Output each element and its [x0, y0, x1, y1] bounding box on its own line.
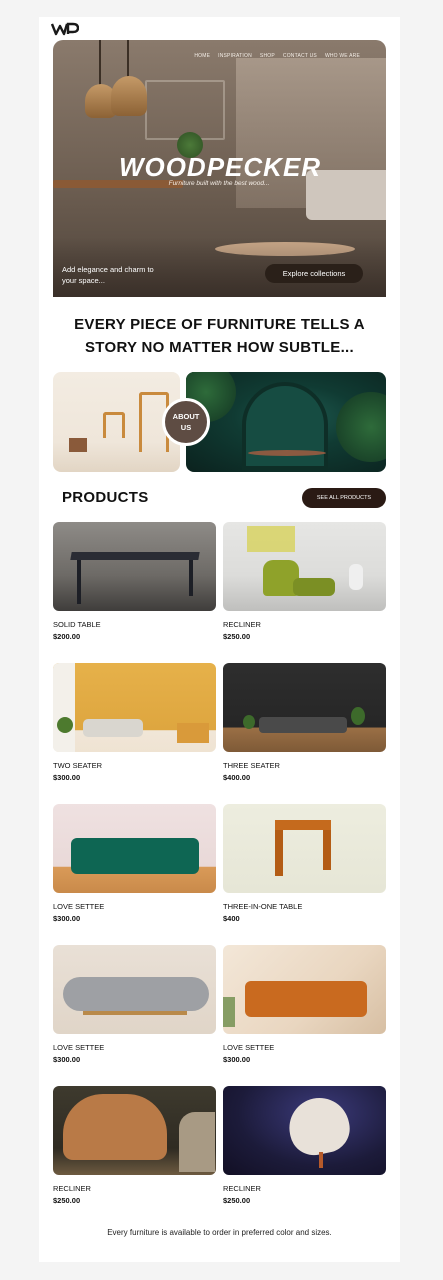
product-price: $250.00: [223, 632, 251, 641]
product-card[interactable]: TWO SEATER $300.00: [53, 663, 216, 782]
sofa: [259, 717, 347, 733]
table-leg: [77, 560, 81, 604]
product-name[interactable]: SOLID TABLE: [53, 620, 101, 629]
hero-banner: HOME INSPIRATION SHOP CONTACT US WHO WE …: [53, 40, 386, 297]
product-name[interactable]: RECLINER: [223, 620, 261, 629]
product-image-love-settee-orange[interactable]: [223, 945, 386, 1034]
nav-item-shop[interactable]: SHOP: [260, 53, 275, 59]
lounge-chair: [63, 1094, 167, 1160]
product-image-love-settee[interactable]: [53, 804, 216, 893]
plant-icon: [243, 715, 255, 729]
product-card[interactable]: LOVE SETTEE $300.00: [53, 804, 216, 923]
plant-icon: [351, 707, 365, 725]
product-image-recliner-tan[interactable]: [53, 1086, 216, 1175]
about-us-button[interactable]: ABOUT US: [162, 398, 210, 446]
page-headline: EVERY PIECE OF FURNITURE TELLS A STORY N…: [74, 316, 365, 356]
sofa: [63, 977, 209, 1011]
product-card[interactable]: THREE-IN-ONE TABLE $400: [223, 804, 386, 923]
product-card[interactable]: RECLINER $250.00: [53, 1086, 216, 1205]
sofa: [245, 981, 367, 1017]
nav-item-inspiration[interactable]: INSPIRATION: [218, 53, 252, 59]
sofa-base: [83, 1011, 187, 1015]
product-card[interactable]: RECLINER $250.00: [223, 1086, 386, 1205]
vase-icon: [349, 564, 363, 590]
pendant-cord: [99, 40, 101, 88]
arch: [242, 382, 328, 470]
woodpecker-logo[interactable]: [51, 21, 79, 37]
about-us-label-2: US: [180, 423, 192, 432]
product-image-two-seater[interactable]: [53, 663, 216, 752]
product-price: $400: [223, 914, 240, 923]
wall-art: [247, 526, 295, 552]
product-image-solid-table[interactable]: [53, 522, 216, 611]
ottoman: [293, 578, 335, 596]
product-card[interactable]: THREE SEATER $400.00: [223, 663, 386, 782]
product-price: $300.00: [53, 1055, 81, 1064]
nav-item-who-we-are[interactable]: WHO WE ARE: [325, 53, 360, 59]
product-price: $200.00: [53, 632, 81, 641]
hero-tagline: Add elegance and charm to your space...: [62, 265, 154, 285]
foliage: [336, 392, 386, 462]
product-price: $300.00: [53, 914, 81, 923]
sofa: [83, 719, 143, 737]
about-image-chairs: [53, 372, 180, 472]
product-price: $400.00: [223, 773, 251, 782]
nesting-table-top: [275, 820, 331, 830]
product-image-recliner-white[interactable]: [223, 1086, 386, 1175]
product-card[interactable]: SOLID TABLE $200.00: [53, 522, 216, 641]
nav-item-contact-us[interactable]: CONTACT US: [283, 53, 317, 59]
wooden-chair-icon: [103, 412, 125, 438]
see-all-products-button[interactable]: SEE ALL PRODUCTS: [302, 488, 386, 508]
nesting-table-leg: [323, 830, 331, 870]
chair-partial: [179, 1112, 215, 1172]
sofa: [71, 838, 199, 874]
footer-note: Every furniture is available to order in…: [107, 1228, 332, 1237]
pedestal-table: [248, 450, 326, 456]
side-cabinet: [177, 723, 209, 743]
chair-leg: [319, 1152, 323, 1168]
product-name[interactable]: RECLINER: [53, 1184, 91, 1193]
product-image-three-in-one-table[interactable]: [223, 804, 386, 893]
plant-icon: [223, 997, 235, 1027]
explore-collections-button[interactable]: Explore collections: [265, 264, 363, 283]
product-card[interactable]: RECLINER $250.00: [223, 522, 386, 641]
product-name[interactable]: TWO SEATER: [53, 761, 102, 770]
nav-item-home[interactable]: HOME: [194, 53, 210, 59]
hero-title: WOODPECKER: [118, 152, 322, 182]
table-leg: [189, 560, 193, 596]
product-price: $300.00: [53, 773, 81, 782]
wall-panel: [53, 663, 75, 752]
top-nav: HOME INSPIRATION SHOP CONTACT US WHO WE …: [194, 53, 360, 59]
hero-subtitle: Furniture built with the best wood...: [168, 180, 270, 187]
page: HOME INSPIRATION SHOP CONTACT US WHO WE …: [39, 17, 400, 1262]
product-image-three-seater[interactable]: [223, 663, 386, 752]
product-name[interactable]: THREE SEATER: [223, 761, 280, 770]
product-image-love-settee-grey[interactable]: [53, 945, 216, 1034]
nesting-table-leg: [275, 830, 283, 876]
product-image-recliner[interactable]: [223, 522, 386, 611]
plant-icon: [57, 717, 73, 733]
product-name[interactable]: LOVE SETTEE: [53, 1043, 104, 1052]
products-heading: PRODUCTS: [62, 489, 149, 506]
about-image-arch: [186, 372, 386, 472]
table-top: [70, 552, 200, 560]
product-name[interactable]: LOVE SETTEE: [53, 902, 104, 911]
about-us-label-1: ABOUT: [172, 412, 200, 421]
product-name[interactable]: LOVE SETTEE: [223, 1043, 274, 1052]
product-card[interactable]: LOVE SETTEE $300.00: [53, 945, 216, 1064]
product-name[interactable]: RECLINER: [223, 1184, 261, 1193]
product-card[interactable]: LOVE SETTEE $300.00: [223, 945, 386, 1064]
book-stack-icon: [69, 438, 87, 452]
pendant-cord: [127, 40, 129, 80]
product-price: $250.00: [223, 1196, 251, 1205]
pendant-lamp-icon: [111, 76, 147, 116]
egg-chair: [283, 1092, 355, 1160]
product-price: $300.00: [223, 1055, 251, 1064]
product-name[interactable]: THREE-IN-ONE TABLE: [223, 902, 302, 911]
product-price: $250.00: [53, 1196, 81, 1205]
hero-shelf: [145, 80, 225, 140]
